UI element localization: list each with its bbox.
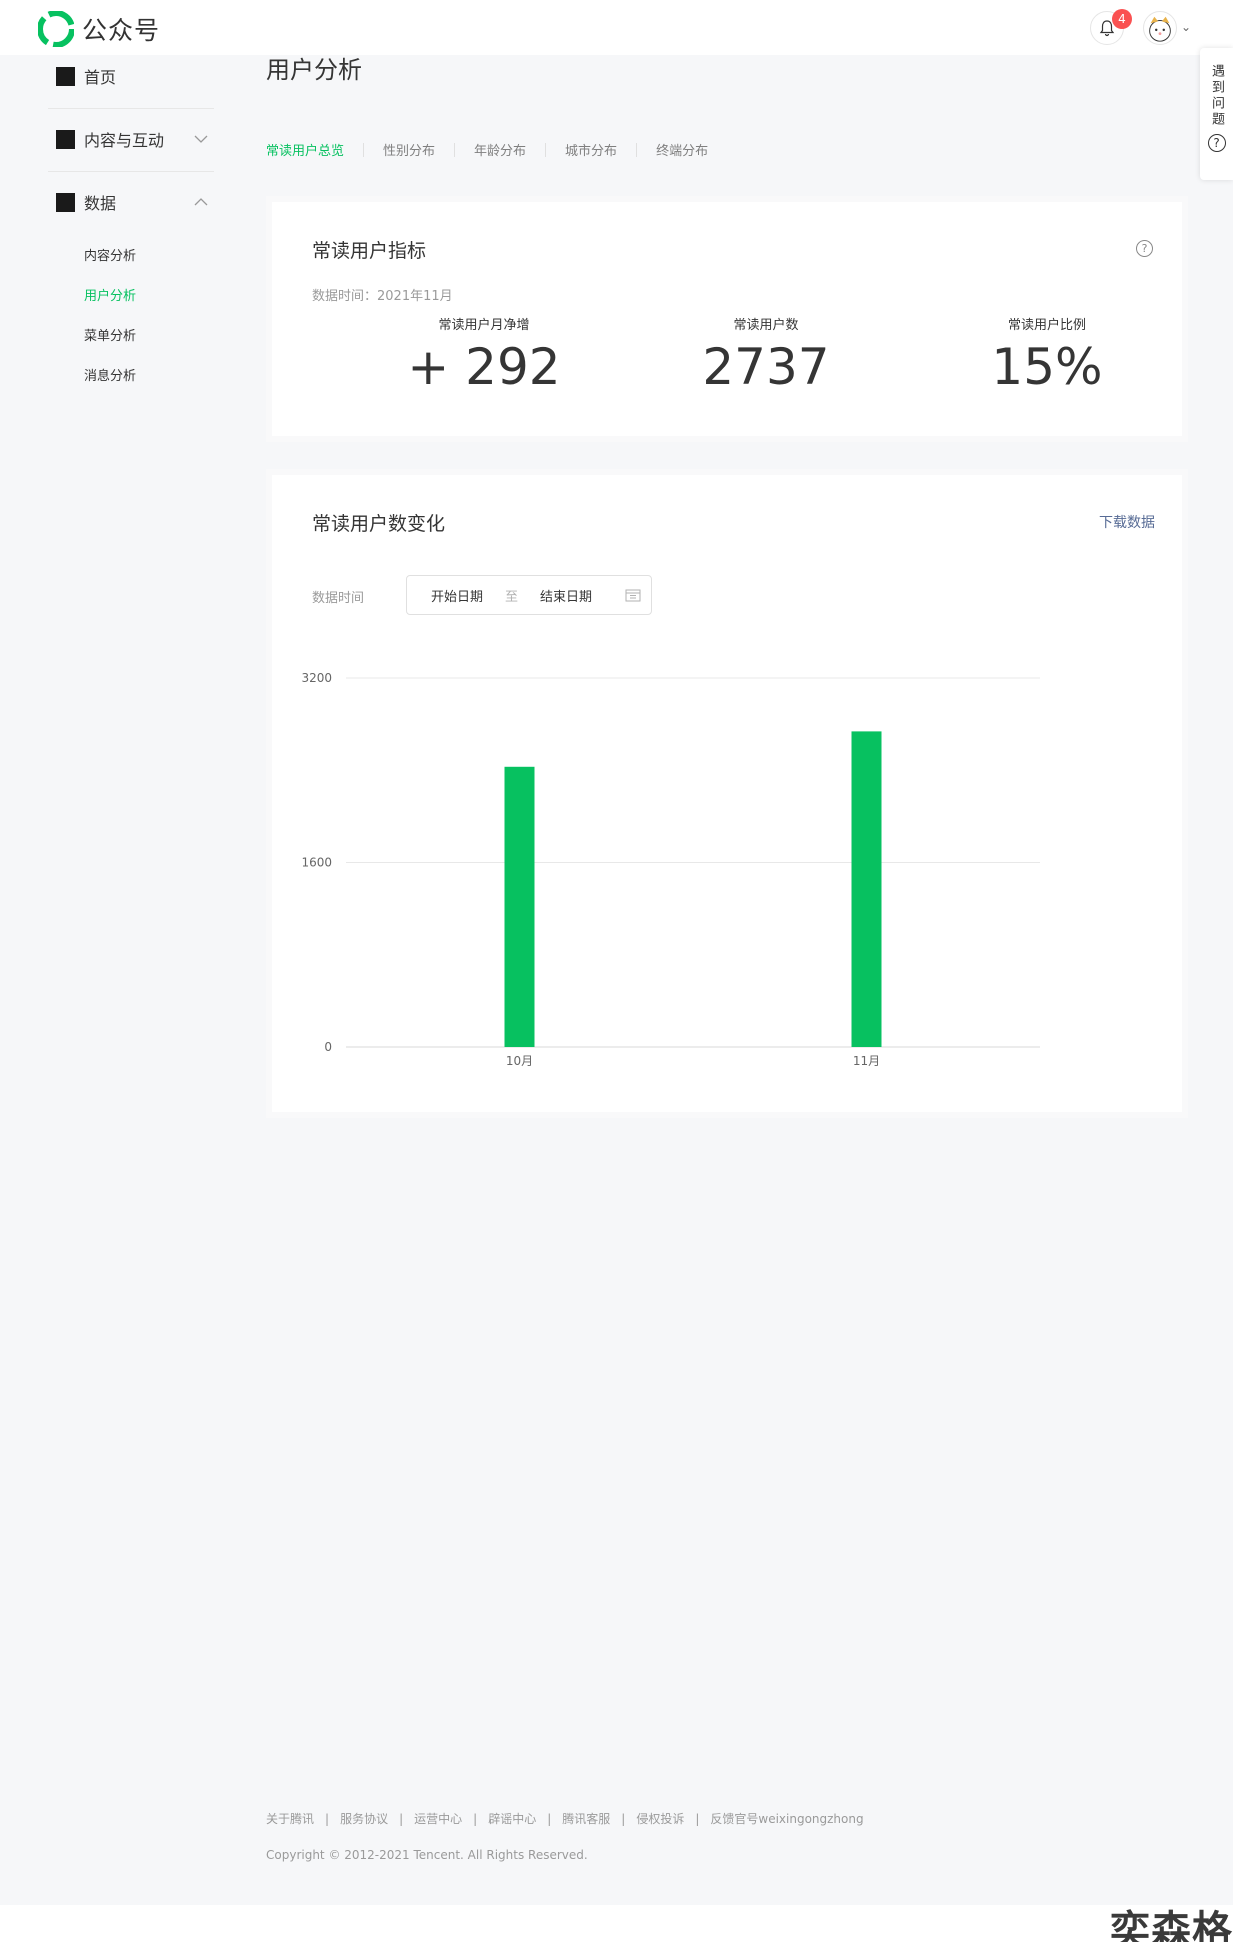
footer-separator: | (473, 1811, 478, 1826)
footer-link[interactable]: 服务协议 (340, 1810, 388, 1827)
kpi-value: 15% (991, 338, 1103, 396)
brand-name: 公众号 (82, 16, 161, 45)
footer-separator: | (547, 1811, 552, 1826)
bar (851, 731, 882, 1047)
footer-separator: | (399, 1811, 404, 1826)
sidebar-divider (48, 171, 214, 172)
content-icon (56, 129, 75, 149)
kpi-label: 常读用户比例 (1007, 318, 1086, 333)
bar (504, 766, 535, 1047)
x-tick-label: 10月 (506, 1054, 533, 1068)
tab-separator (454, 142, 456, 157)
question-icon: ? (1207, 134, 1226, 152)
tab-bar: 常读用户总览 性别分布 年龄分布 城市分布 终端分布 (266, 140, 708, 159)
footer-links: 关于腾讯 | 服务协议 | 运营中心 | 辟谣中心 | 腾讯客服 | 侵权投诉 | 反馈官号weixin… (266, 1810, 864, 1827)
footer-separator: | (621, 1811, 626, 1826)
tab-city[interactable]: 城市分布 (565, 140, 617, 159)
home-icon (56, 66, 75, 86)
kpi-value: 2737 (702, 338, 830, 396)
kpi-card-title: 常读用户指标 (312, 240, 427, 262)
y-tick-label: 0 (324, 1040, 332, 1054)
data-icon (56, 192, 75, 212)
kpi-label: 常读用户数 (733, 318, 799, 333)
footer-separator: | (325, 1811, 330, 1826)
tab-separator (363, 142, 365, 157)
sidebar-subitem-user-analysis[interactable]: 用户分析 (84, 285, 136, 304)
kpi-net-increase: 常读用户月净增 + 292 (364, 314, 604, 395)
sidebar-item-home[interactable]: 首页 (48, 56, 214, 96)
kpi-user-ratio: 常读用户比例 15% (927, 314, 1167, 395)
sidebar-divider (48, 108, 214, 109)
sidebar-subitem-menu-analysis[interactable]: 菜单分析 (84, 325, 136, 344)
help-float-button[interactable]: 遇到问题 ? (1200, 48, 1233, 180)
chevron-down-icon[interactable]: ⌄ (1181, 20, 1191, 34)
tab-gender[interactable]: 性别分布 (383, 140, 435, 159)
help-float-label: 遇到问题 (1209, 64, 1224, 128)
sidebar-subitem-message-analysis[interactable]: 消息分析 (84, 365, 136, 384)
x-tick-label: 11月 (853, 1054, 880, 1068)
avatar-cat-icon (1149, 16, 1171, 42)
chevron-down-icon (194, 135, 208, 143)
footer-link[interactable]: 关于腾讯 (266, 1810, 314, 1827)
wechat-mp-logo-icon (38, 11, 74, 47)
notification-badge: 4 (1112, 9, 1132, 29)
sidebar-item-label: 数据 (84, 194, 117, 213)
footer-link[interactable]: 反馈官号weixingongzhong (710, 1810, 863, 1827)
sidebar-subitem-content-analysis[interactable]: 内容分析 (84, 245, 136, 264)
trend-card: 常读用户数变化 下载数据 数据时间 开始日期 至 结束日期 0 1600 3200 1… (266, 469, 1188, 1118)
kpi-user-count: 常读用户数 2737 (646, 314, 886, 395)
sidebar-item-content[interactable]: 内容与互动 (48, 119, 214, 159)
kpi-data-time: 数据时间：2021年11月 (312, 289, 453, 304)
y-tick-label: 1600 (301, 856, 332, 870)
kpi-label: 常读用户月净增 (438, 318, 530, 333)
help-icon[interactable]: ? (1136, 240, 1153, 257)
tab-separator (636, 142, 638, 157)
user-count-bar-chart: 0 1600 3200 10月 11月 (301, 671, 1040, 1068)
tab-age[interactable]: 年龄分布 (474, 140, 526, 159)
footer-separator: | (695, 1811, 700, 1826)
kpi-value: + 292 (407, 338, 561, 396)
chevron-up-icon (194, 198, 208, 206)
tab-overview[interactable]: 常读用户总览 (266, 140, 344, 159)
sidebar-item-label: 首页 (84, 68, 117, 87)
avatar[interactable] (1143, 11, 1177, 45)
logo[interactable]: 公众号 (38, 11, 160, 47)
page-title: 用户分析 (266, 56, 362, 84)
watermark: 奕森格 (1110, 1908, 1233, 1942)
top-bar: 公众号 4 ⌄ (0, 0, 1233, 55)
footer-link[interactable]: 辟谣中心 (488, 1810, 536, 1827)
tab-separator (545, 142, 547, 157)
kpi-card: 常读用户指标 ? 数据时间：2021年11月 常读用户月净增 + 292 常读用… (266, 196, 1188, 442)
footer-link[interactable]: 侵权投诉 (636, 1810, 684, 1827)
sidebar-item-data[interactable]: 数据 (48, 182, 214, 222)
tab-device[interactable]: 终端分布 (656, 140, 708, 159)
y-tick-label: 3200 (301, 671, 332, 685)
bottom-bar (0, 1905, 1233, 1942)
sidebar-item-label: 内容与互动 (84, 131, 165, 150)
footer-link[interactable]: 运营中心 (414, 1810, 462, 1827)
copyright: Copyright © 2012-2021 Tencent. All Right… (266, 1848, 588, 1862)
footer-link[interactable]: 腾讯客服 (562, 1810, 610, 1827)
